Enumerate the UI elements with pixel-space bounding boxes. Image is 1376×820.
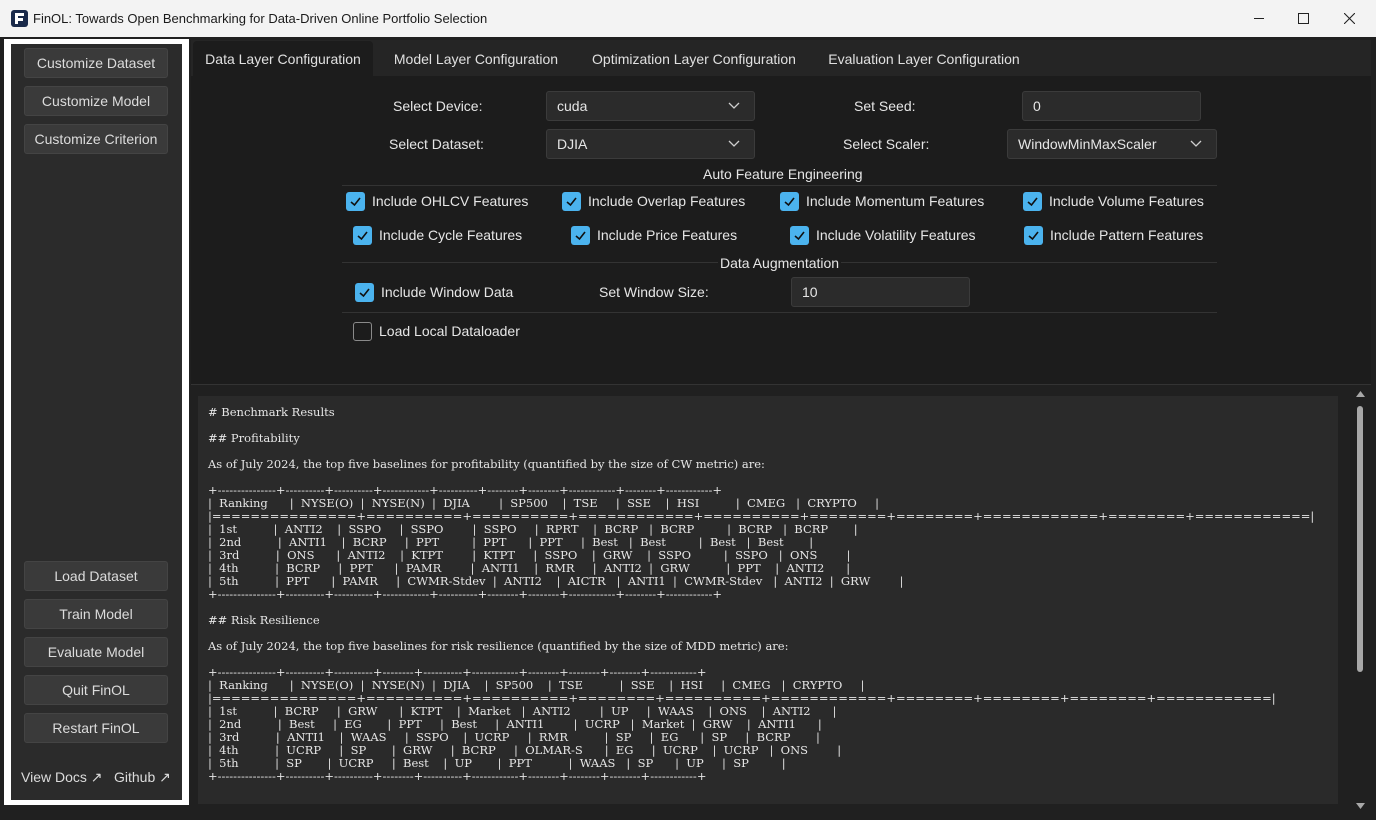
maximize-button[interactable] xyxy=(1280,0,1326,37)
separator xyxy=(342,312,1217,313)
dataset-label: Select Dataset: xyxy=(389,136,484,152)
device-label: Select Device: xyxy=(393,98,483,114)
scroll-up-icon[interactable] xyxy=(1356,390,1365,398)
chevron-down-icon xyxy=(1190,140,1202,147)
minimize-button[interactable] xyxy=(1236,0,1282,37)
price-checkbox[interactable]: Include Price Features xyxy=(571,225,737,245)
volatility-label: Include Volatility Features xyxy=(816,227,976,243)
customize-dataset-button[interactable]: Customize Dataset xyxy=(24,48,168,78)
window-size-label: Set Window Size: xyxy=(599,284,709,300)
dataset-select[interactable]: DJIA xyxy=(546,129,755,159)
local-dataloader-checkbox[interactable]: Load Local Dataloader xyxy=(353,321,520,341)
checkmark-icon xyxy=(562,191,581,211)
evaluate-model-button[interactable]: Evaluate Model xyxy=(24,637,168,667)
splitter[interactable] xyxy=(191,384,1371,385)
price-label: Include Price Features xyxy=(597,227,738,243)
pattern-checkbox[interactable]: Include Pattern Features xyxy=(1024,225,1203,245)
window-data-checkbox[interactable]: Include Window Data xyxy=(355,282,513,302)
close-icon xyxy=(1343,13,1355,24)
momentum-label: Include Momentum Features xyxy=(806,193,985,209)
finol-logo-icon xyxy=(11,10,28,27)
close-button[interactable] xyxy=(1326,0,1372,37)
risk-table: +---------------+----------+----------+-… xyxy=(208,665,1276,783)
volume-label: Include Volume Features xyxy=(1049,193,1204,209)
train-model-button[interactable]: Train Model xyxy=(24,599,168,629)
load-dataset-button[interactable]: Load Dataset xyxy=(24,561,168,591)
window-title: FinOL: Towards Open Benchmarking for Dat… xyxy=(33,11,488,26)
volume-checkbox[interactable]: Include Volume Features xyxy=(1023,191,1204,211)
checkmark-icon xyxy=(780,191,799,211)
window-size-input[interactable]: 10 xyxy=(791,277,970,307)
checkmark-icon xyxy=(355,282,374,302)
ohlcv-label: Include OHLCV Features xyxy=(372,193,529,209)
seed-input[interactable]: 0 xyxy=(1022,91,1201,121)
ohlcv-checkbox[interactable]: Include OHLCV Features xyxy=(346,191,528,211)
checkmark-icon xyxy=(571,225,590,245)
checkmark-icon xyxy=(353,225,372,245)
momentum-checkbox[interactable]: Include Momentum Features xyxy=(780,191,984,211)
feature-section-title: Auto Feature Engineering xyxy=(701,166,865,182)
seed-label: Set Seed: xyxy=(854,98,916,114)
github-link[interactable]: Github ↗ xyxy=(114,769,171,786)
view-docs-link[interactable]: View Docs ↗ xyxy=(21,769,103,786)
augmentation-section-title: Data Augmentation xyxy=(718,255,842,271)
restart-finol-button[interactable]: Restart FinOL xyxy=(24,713,168,743)
checkmark-icon xyxy=(1024,225,1043,245)
tab-data-layer[interactable]: Data Layer Configuration xyxy=(193,41,373,76)
scaler-value: WindowMinMaxScaler xyxy=(1018,136,1157,152)
device-select[interactable]: cuda xyxy=(546,91,755,121)
tab-optimization-layer[interactable]: Optimization Layer Configuration xyxy=(580,41,808,76)
quit-finol-button[interactable]: Quit FinOL xyxy=(24,675,168,705)
scaler-select[interactable]: WindowMinMaxScaler xyxy=(1007,129,1217,159)
tab-evaluation-layer[interactable]: Evaluation Layer Configuration xyxy=(818,41,1030,76)
chevron-down-icon xyxy=(728,140,740,147)
customize-model-button[interactable]: Customize Model xyxy=(24,86,168,116)
pattern-label: Include Pattern Features xyxy=(1050,227,1204,243)
tab-model-layer[interactable]: Model Layer Configuration xyxy=(380,41,572,76)
window-size-value: 10 xyxy=(802,284,818,300)
window-data-label: Include Window Data xyxy=(381,284,514,300)
customize-criterion-button[interactable]: Customize Criterion xyxy=(24,124,168,154)
title-bar: FinOL: Towards Open Benchmarking for Dat… xyxy=(0,0,1376,37)
results-heading: # Benchmark Results xyxy=(208,405,335,419)
profitability-table: +---------------+----------+----------+-… xyxy=(208,483,1315,601)
seed-value: 0 xyxy=(1033,98,1041,114)
minimize-icon xyxy=(1253,18,1264,19)
volatility-checkbox[interactable]: Include Volatility Features xyxy=(790,225,976,245)
risk-intro: As of July 2024, the top five baselines … xyxy=(208,639,789,653)
profitability-intro: As of July 2024, the top five baselines … xyxy=(208,457,765,471)
scaler-label: Select Scaler: xyxy=(843,136,930,152)
scroll-down-icon[interactable] xyxy=(1356,802,1365,810)
overlap-label: Include Overlap Features xyxy=(588,193,746,209)
maximize-icon xyxy=(1297,13,1309,24)
checkmark-icon xyxy=(1023,191,1042,211)
risk-heading: ## Risk Resilience xyxy=(208,613,320,627)
benchmark-results-text[interactable]: # Benchmark Results ## Profitability As … xyxy=(198,396,1338,804)
checkbox-icon xyxy=(353,321,372,341)
profitability-heading: ## Profitability xyxy=(208,431,300,445)
separator xyxy=(342,185,1217,186)
checkmark-icon xyxy=(790,225,809,245)
chevron-down-icon xyxy=(728,102,740,109)
cycle-label: Include Cycle Features xyxy=(379,227,523,243)
checkmark-icon xyxy=(346,191,365,211)
cycle-checkbox[interactable]: Include Cycle Features xyxy=(353,225,522,245)
local-dataloader-label: Load Local Dataloader xyxy=(379,323,520,339)
device-value: cuda xyxy=(557,98,588,114)
dataset-value: DJIA xyxy=(557,136,588,152)
overlap-checkbox[interactable]: Include Overlap Features xyxy=(562,191,745,211)
scrollbar-thumb[interactable] xyxy=(1357,406,1363,672)
